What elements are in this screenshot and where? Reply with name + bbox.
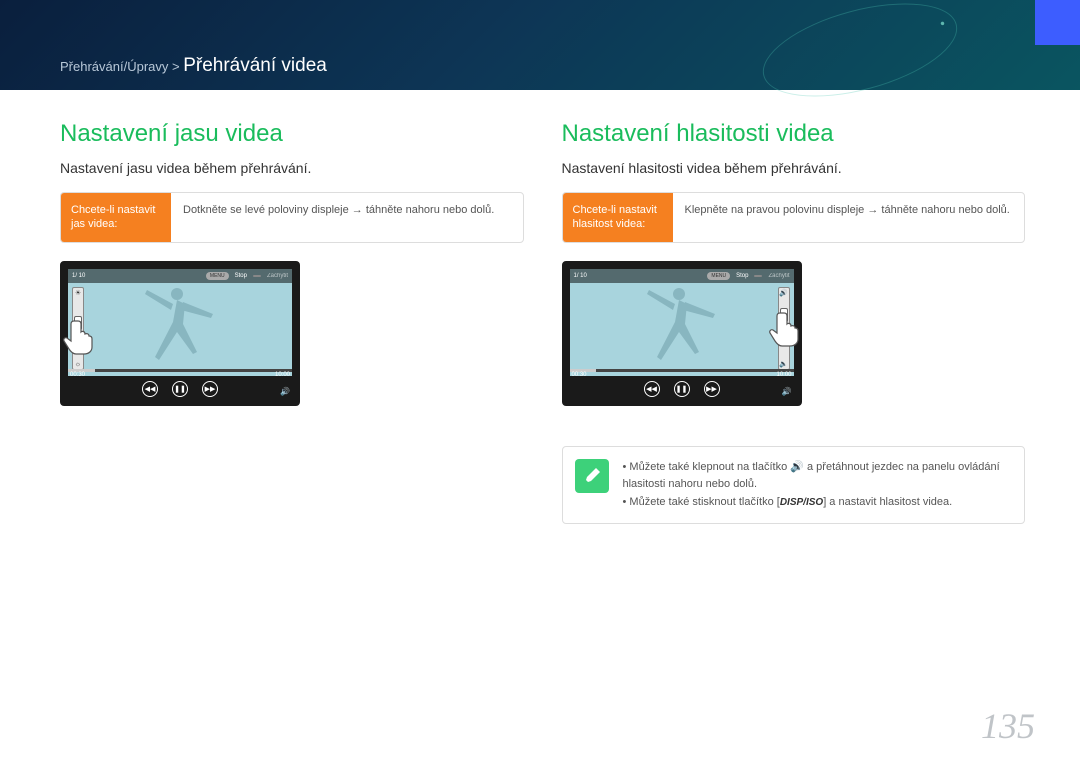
device-screenshot-brightness: 1/ 10 MENU Stop Zachytit ☀ ☼ (60, 261, 300, 406)
tip-box: Můžete také klepnout na tlačítko 🔊 a pře… (562, 446, 1026, 525)
pause-icon[interactable]: ❚❚ (172, 381, 188, 397)
progress-bar[interactable] (570, 369, 794, 372)
tip-item: Můžete také klepnout na tlačítko 🔊 a pře… (623, 459, 1013, 494)
device-topbar: 1/ 10 MENU Stop Zachytit (570, 269, 794, 283)
section-subtitle: Nastavení hlasitosti videa během přehráv… (562, 160, 1026, 176)
frame-counter: 1/ 10 (574, 273, 587, 279)
pen-tip-icon (575, 459, 609, 493)
tip-list: Můžete také klepnout na tlačítko 🔊 a pře… (623, 459, 1013, 512)
device-screenshot-volume: 1/ 10 MENU Stop Zachytit 🔊 🔈 (562, 261, 802, 406)
capture-button (754, 275, 762, 277)
forward-icon[interactable]: ▶▶ (202, 381, 218, 397)
capture-button (253, 275, 261, 277)
progress-bar[interactable] (68, 369, 292, 372)
volume-low-icon: 🔈 (779, 360, 789, 368)
brightness-low-icon: ☼ (73, 361, 83, 368)
rewind-icon[interactable]: ◀◀ (644, 381, 660, 397)
speaker-inline-icon: 🔊 (790, 461, 804, 473)
section-subtitle: Nastavení jasu videa během přehrávání. (60, 160, 524, 176)
touch-hand-icon (60, 315, 100, 355)
frame-counter: 1/ 10 (72, 273, 85, 279)
tip-item: Můžete také stisknout tlačítko [DISP/ISO… (623, 494, 1013, 512)
stop-label: Stop (235, 273, 247, 279)
menu-button: MENU (707, 272, 730, 280)
capture-label: Zachytit (267, 273, 288, 279)
volume-icon[interactable]: 🔊 (782, 387, 792, 396)
rewind-icon[interactable]: ◀◀ (142, 381, 158, 397)
content-area: Nastavení jasu videa Nastavení jasu vide… (0, 90, 1080, 524)
capture-label: Zachytit (768, 273, 789, 279)
section-title-volume: Nastavení hlasitosti videa (562, 120, 1026, 148)
page-number: 135 (981, 705, 1035, 747)
disp-iso-button-label: DISP/ISO (780, 495, 823, 511)
dancer-silhouette-icon (637, 282, 727, 362)
breadcrumb-parent: Přehrávání/Úpravy > (60, 59, 183, 74)
left-column: Nastavení jasu videa Nastavení jasu vide… (60, 120, 524, 524)
menu-button: MENU (206, 272, 229, 280)
brightness-high-icon: ☀ (73, 289, 83, 297)
section-title-brightness: Nastavení jasu videa (60, 120, 524, 148)
stop-label: Stop (736, 273, 748, 279)
volume-high-icon: 🔊 (779, 289, 789, 297)
dancer-silhouette-icon (135, 282, 225, 362)
pause-icon[interactable]: ❚❚ (674, 381, 690, 397)
touch-hand-icon (766, 307, 806, 347)
forward-icon[interactable]: ▶▶ (704, 381, 720, 397)
playback-controls: ◀◀ ❚❚ ▶▶ (68, 378, 292, 400)
page-header: Přehrávání/Úpravy > Přehrávání videa (0, 0, 1080, 90)
instruction-box: Chcete-li nastavit jas videa: Dotkněte s… (60, 192, 524, 243)
instruction-text: Dotkněte se levé poloviny displeje → táh… (171, 193, 506, 242)
playback-controls: ◀◀ ❚❚ ▶▶ (570, 378, 794, 400)
right-column: Nastavení hlasitosti videa Nastavení hla… (562, 120, 1026, 524)
device-screen: 1/ 10 MENU Stop Zachytit ☀ ☼ (68, 269, 292, 376)
volume-icon[interactable]: 🔊 (280, 387, 290, 396)
device-screen: 1/ 10 MENU Stop Zachytit 🔊 🔈 (570, 269, 794, 376)
device-topbar: 1/ 10 MENU Stop Zachytit (68, 269, 292, 283)
instruction-label: Chcete-li nastavit jas videa: (61, 193, 171, 242)
instruction-label: Chcete-li nastavit hlasitost videa: (563, 193, 673, 242)
instruction-text: Klepněte na pravou polovinu displeje → t… (673, 193, 1022, 242)
breadcrumb-current: Přehrávání videa (183, 55, 327, 76)
instruction-box: Chcete-li nastavit hlasitost videa: Klep… (562, 192, 1026, 243)
